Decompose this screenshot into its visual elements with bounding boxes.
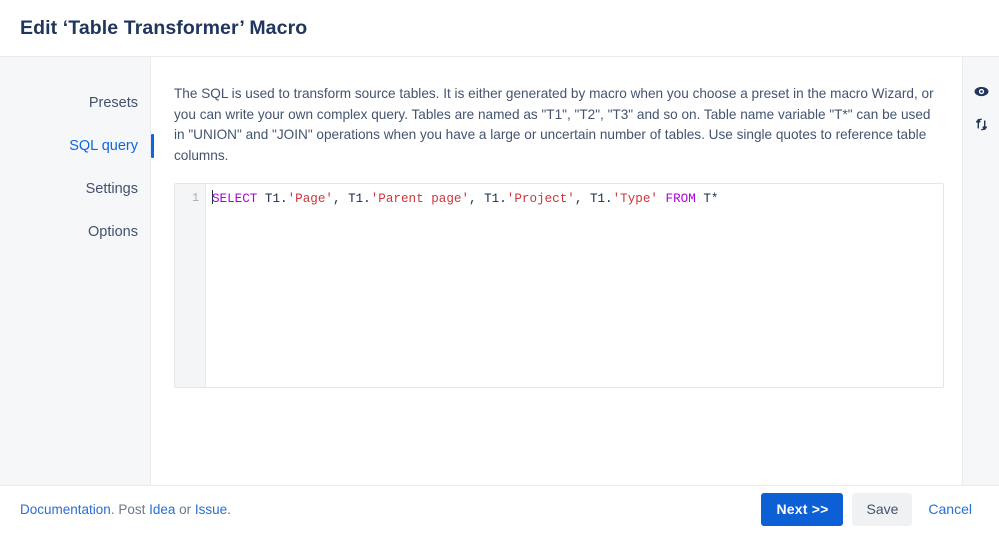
page-title: Edit ‘Table Transformer’ Macro xyxy=(20,16,308,39)
sidebar-item-label: Settings xyxy=(85,181,138,197)
sidebar-item-sql-query[interactable]: SQL query xyxy=(0,132,154,160)
sql-token-plain xyxy=(658,192,666,206)
sql-token-plain: T* xyxy=(695,192,719,206)
documentation-link[interactable]: Documentation xyxy=(20,502,111,517)
line-number: 1 xyxy=(192,192,199,205)
footer-links: Documentation. Post Idea or Issue. xyxy=(20,502,231,517)
footer-text-1: . Post xyxy=(110,502,150,517)
cancel-button[interactable]: Cancel xyxy=(921,493,979,526)
sql-editor[interactable]: 1 SELECT T1.'Page', T1.'Parent page', T1… xyxy=(174,183,944,388)
sql-token-string: 'Type' xyxy=(612,192,658,206)
sql-token-plain: , T1. xyxy=(332,192,371,206)
footer-text-3: . xyxy=(227,502,231,517)
issue-link[interactable]: Issue xyxy=(195,502,227,517)
idea-link[interactable]: Idea xyxy=(149,502,175,517)
sql-token-plain: T1. xyxy=(257,192,288,206)
dialog-body: Presets SQL query Settings Options The S… xyxy=(0,57,999,486)
dialog-header: Edit ‘Table Transformer’ Macro xyxy=(0,0,999,57)
sql-token-keyword: SELECT xyxy=(212,192,258,206)
sidebar-nav: Presets SQL query Settings Options xyxy=(0,57,154,485)
sidebar-item-presets[interactable]: Presets xyxy=(0,89,150,117)
sidebar-item-settings[interactable]: Settings xyxy=(0,175,150,203)
editor-code-area[interactable]: SELECT T1.'Page', T1.'Parent page', T1.'… xyxy=(206,184,943,387)
editor-gutter: 1 xyxy=(175,184,206,387)
sql-token-keyword: FROM xyxy=(665,192,696,206)
sidebar-item-label: Presets xyxy=(88,95,138,111)
next-button[interactable]: Next >> xyxy=(761,493,844,526)
macro-edit-dialog: Edit ‘Table Transformer’ Macro Presets S… xyxy=(0,0,999,533)
sidebar-item-label: SQL query xyxy=(69,138,138,154)
eye-icon[interactable] xyxy=(969,79,993,103)
sql-token-plain: , T1. xyxy=(574,192,613,206)
right-icon-rail xyxy=(962,57,999,485)
footer-actions: Next >> Save Cancel xyxy=(761,493,979,526)
sql-token-string: 'Page' xyxy=(287,192,333,206)
sql-token-string: 'Project' xyxy=(506,192,575,206)
sidebar-item-label: Options xyxy=(88,224,138,240)
sql-description: The SQL is used to transform source tabl… xyxy=(174,86,934,163)
sql-token-plain: , T1. xyxy=(469,192,507,206)
footer-text-2: or xyxy=(175,502,195,517)
sidebar-item-options[interactable]: Options xyxy=(0,218,150,246)
sql-code-line: SELECT T1.'Page', T1.'Parent page', T1.'… xyxy=(212,190,943,208)
sql-token-string: 'Parent page' xyxy=(370,192,469,206)
main-content: The SQL is used to transform source tabl… xyxy=(151,57,962,485)
refresh-icon[interactable] xyxy=(969,112,993,136)
dialog-footer: Documentation. Post Idea or Issue. Next … xyxy=(0,486,999,533)
save-button[interactable]: Save xyxy=(852,493,913,526)
